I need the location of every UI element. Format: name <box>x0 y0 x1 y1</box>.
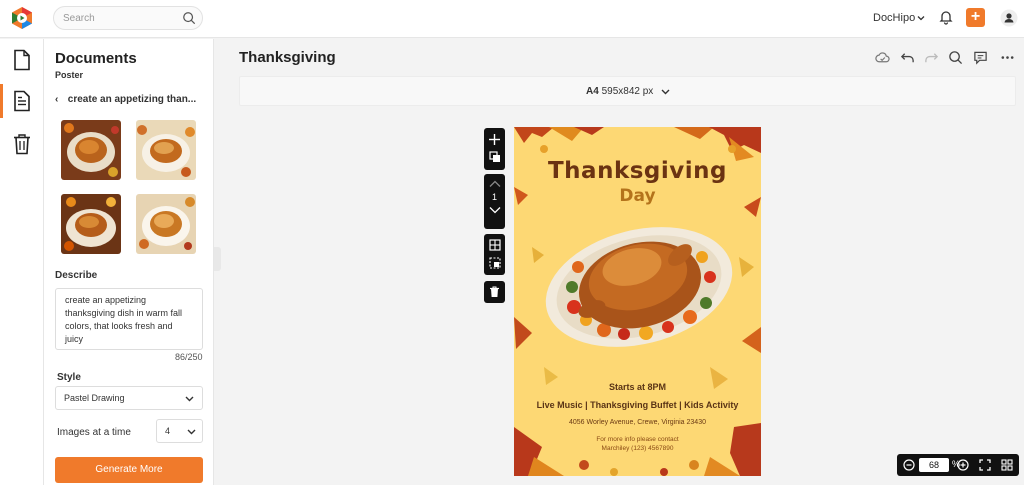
chevron-down-icon <box>661 89 670 95</box>
user-icon[interactable] <box>1000 9 1018 27</box>
trash-icon <box>14 134 30 155</box>
cloud-icon[interactable] <box>875 50 890 65</box>
plus-icon[interactable] <box>488 133 501 146</box>
panel-collapse-handle[interactable] <box>214 247 221 271</box>
comment-icon[interactable] <box>973 50 988 65</box>
document-icon <box>14 49 30 71</box>
chevron-down-icon[interactable] <box>489 206 501 214</box>
poster-contact[interactable]: For more info please contact Marchiley (… <box>514 435 761 453</box>
character-counter: 86/250 <box>175 352 203 362</box>
chevron-left-icon: ‹ <box>55 94 59 105</box>
redo-icon[interactable] <box>924 50 939 65</box>
poster-subtitle[interactable]: Day <box>514 186 761 206</box>
page-icon <box>14 90 30 112</box>
bell-icon[interactable] <box>938 9 954 25</box>
back-label: create an appetizing than... <box>67 94 197 105</box>
account-name[interactable]: DocHipo <box>873 12 915 24</box>
select-icon[interactable] <box>488 257 501 269</box>
poster-canvas[interactable]: Thanksgiving Day Starts at 8PM Live Musi… <box>514 127 761 476</box>
generated-image-3[interactable] <box>61 194 121 254</box>
grid-icon[interactable] <box>488 239 501 251</box>
page-size-name: A4 <box>586 86 599 97</box>
side-panel: Documents Poster ‹ create an appetizing … <box>44 39 214 485</box>
images-count-value: 4 <box>165 426 171 436</box>
trash-icon[interactable] <box>489 286 500 298</box>
more-icon[interactable] <box>1000 50 1015 65</box>
layout-toolbar <box>484 234 505 275</box>
chevron-up-icon[interactable] <box>489 180 501 188</box>
top-bar: Search DocHipo + <box>0 0 1024 38</box>
generate-more-button[interactable]: Generate More <box>55 457 203 483</box>
poster-events[interactable]: Live Music | Thanksgiving Buffet | Kids … <box>514 400 761 410</box>
style-label: Style <box>57 372 81 383</box>
page-size-bar[interactable]: A4 595x842 px <box>239 76 1016 106</box>
generated-image-4[interactable] <box>136 194 196 254</box>
zoom-value[interactable]: 68 <box>919 458 949 472</box>
rail-pages[interactable] <box>0 80 44 122</box>
undo-icon[interactable] <box>900 50 915 65</box>
images-at-a-time-label: Images at a time <box>57 427 131 438</box>
icon-rail <box>0 39 44 485</box>
duplicate-icon[interactable] <box>488 151 501 163</box>
search-icon[interactable] <box>182 11 196 25</box>
plus-icon: + <box>970 8 981 25</box>
style-select[interactable]: Pastel Drawing <box>55 386 203 410</box>
poster-address[interactable]: 4056 Worley Avenue, Crewe, Virginia 2343… <box>514 419 761 426</box>
search-placeholder: Search <box>63 13 95 24</box>
page-actions-toolbar <box>484 128 505 170</box>
poster-contact-line-1: For more info please contact <box>596 436 679 443</box>
zoom-in-icon[interactable] <box>957 459 969 471</box>
prompt-textarea[interactable]: create an appetizing thanksgiving dish i… <box>55 288 203 350</box>
images-count-select[interactable]: 4 <box>156 419 203 443</box>
describe-label: Describe <box>55 270 98 281</box>
add-button[interactable]: + <box>966 8 985 27</box>
search-icon[interactable] <box>948 50 963 65</box>
zoom-toolbar: 68 % <box>897 454 1019 476</box>
delete-page-toolbar <box>484 281 505 303</box>
page-size: A4 595x842 px <box>586 86 653 97</box>
search-input[interactable]: Search <box>53 6 203 30</box>
rail-trash[interactable] <box>0 123 44 165</box>
poster-contact-line-2: Marchiley (123) 4567890 <box>601 445 674 452</box>
back-link[interactable]: ‹ create an appetizing than... <box>55 94 205 108</box>
rail-documents[interactable] <box>0 39 44 81</box>
page-number: 1 <box>491 192 497 202</box>
grid-view-icon[interactable] <box>1001 459 1013 471</box>
generated-image-1[interactable] <box>61 120 121 180</box>
panel-title: Documents <box>55 50 137 67</box>
poster-start-time[interactable]: Starts at 8PM <box>514 382 761 392</box>
app-logo-icon[interactable] <box>10 6 34 30</box>
chevron-down-icon[interactable] <box>916 13 926 23</box>
chevron-down-icon <box>187 429 196 435</box>
style-value: Pastel Drawing <box>64 393 125 403</box>
panel-subtitle: Poster <box>55 70 84 80</box>
page-size-dims: 595x842 px <box>601 86 654 97</box>
chevron-down-icon <box>185 396 194 402</box>
poster-title[interactable]: Thanksgiving <box>514 158 761 184</box>
generated-image-2[interactable] <box>136 120 196 180</box>
page-navigation-toolbar: 1 <box>484 174 505 229</box>
zoom-out-icon[interactable] <box>903 459 915 471</box>
fullscreen-icon[interactable] <box>979 459 991 471</box>
document-title[interactable]: Thanksgiving <box>239 49 336 66</box>
